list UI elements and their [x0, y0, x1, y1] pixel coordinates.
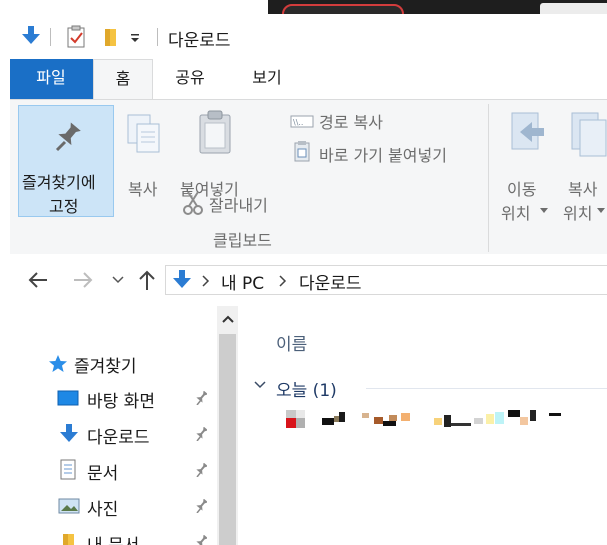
copy-button[interactable]: 복사 [128, 176, 157, 200]
column-header-name[interactable]: 이름 [276, 330, 307, 355]
new-folder-icon[interactable] [102, 26, 120, 48]
nav-label: 문서 [87, 464, 119, 484]
back-arrow-icon[interactable] [27, 271, 49, 289]
copy-path-button[interactable]: 경로 복사 [319, 109, 383, 133]
scissors-icon [183, 191, 203, 215]
paste-shortcut-button[interactable]: 바로 가기 붙여넣기 [319, 142, 447, 166]
window-title: 다운로드 [168, 31, 231, 51]
up-arrow-icon[interactable] [137, 269, 157, 291]
forward-arrow-icon[interactable] [72, 271, 94, 289]
group-header-today[interactable]: 오늘 (1) [254, 372, 607, 401]
copy-icon [127, 114, 160, 153]
nav-label: 사진 [87, 500, 119, 520]
tab-home[interactable]: 홈 [93, 59, 153, 100]
scrollbar-thumb[interactable] [219, 334, 236, 545]
pin-icon[interactable] [195, 463, 207, 477]
svg-text:\\..: \\.. [293, 118, 303, 127]
ribbon-home: 즐겨찾기에 고정 복사 붙여넣기 \\.. 경로 복사 바로 가기 붙여넣기 잘… [10, 99, 607, 255]
obscured-file-name [286, 410, 561, 428]
pin-icon[interactable] [195, 535, 207, 545]
ribbon-tabs: 파일 홈 공유 보기 [10, 59, 607, 100]
nav-item-documents[interactable]: 문서 [10, 455, 216, 485]
move-to-icon [511, 112, 544, 150]
paste-icon [199, 110, 231, 154]
nav-label: 다운로드 [87, 428, 150, 448]
breadcrumb-this-pc[interactable]: 내 PC [221, 269, 264, 294]
clipboard-group-label: 클립보드 [213, 231, 272, 250]
copy-path-icon: \\.. [290, 115, 314, 128]
navigation-bar: 내 PC 다운로드 [10, 254, 607, 306]
navigation-pane: 즐겨찾기 바탕 화면 다운로드 문서 사진 [10, 306, 216, 545]
properties-icon[interactable] [66, 25, 88, 49]
chevron-down-icon [254, 381, 266, 389]
document-icon [60, 459, 76, 480]
download-arrow-icon[interactable] [21, 25, 41, 47]
nav-item-desktop[interactable]: 바탕 화면 [10, 383, 216, 413]
scroll-up-icon[interactable] [222, 315, 234, 323]
move-to-label-line1[interactable]: 이동 [507, 176, 536, 200]
pin-to-quick-access-button[interactable]: 즐겨찾기에 고정 [18, 105, 114, 217]
file-row[interactable] [283, 408, 583, 434]
qat-dropdown-icon[interactable] [129, 34, 141, 44]
cut-button[interactable]: 잘라내기 [209, 192, 268, 216]
star-icon [49, 355, 67, 372]
group-label: 오늘 (1) [276, 381, 337, 401]
pin-label-line2: 고정 [49, 197, 79, 216]
nav-label: 바탕 화면 [87, 392, 155, 412]
chevron-right-icon[interactable] [279, 275, 287, 287]
folder-icon [63, 534, 74, 545]
pin-icon[interactable] [195, 391, 207, 405]
tab-file[interactable]: 파일 [10, 59, 93, 99]
downloads-folder-icon [173, 270, 191, 288]
copy-to-icon [571, 112, 607, 157]
nav-item-downloads[interactable]: 다운로드 [10, 419, 216, 449]
explorer-window: 다운로드 파일 홈 공유 보기 즐겨찾기에 고정 복사 붙여넣기 \\.. 경로… [10, 14, 607, 545]
nav-scrollbar[interactable] [217, 306, 238, 545]
breadcrumb-downloads[interactable]: 다운로드 [299, 269, 362, 294]
nav-label: 내 문서 [87, 531, 139, 545]
desktop-background [0, 0, 607, 26]
nav-label: 즐겨찾기 [74, 357, 137, 377]
group-divider-line [366, 388, 607, 389]
pin-icon [55, 122, 81, 152]
file-list: 이름 오늘 (1) [239, 306, 607, 545]
nav-item-my-documents[interactable]: 내 문서 [10, 527, 216, 545]
chevron-down-icon [540, 208, 548, 213]
qat-separator [50, 28, 51, 46]
pin-label-line1: 즐겨찾기에 [22, 173, 96, 192]
tab-share[interactable]: 공유 [160, 59, 220, 98]
download-arrow-icon [60, 424, 78, 442]
picture-icon [58, 498, 80, 514]
recent-locations-chevron-icon[interactable] [112, 276, 124, 284]
paste-shortcut-icon [294, 141, 310, 162]
pin-icon[interactable] [195, 499, 207, 513]
move-to-label-line2[interactable]: 위치 [501, 200, 530, 224]
qat-separator [157, 28, 158, 46]
copy-to-label-line1[interactable]: 복사 [568, 176, 597, 200]
address-box[interactable]: 내 PC 다운로드 [165, 265, 607, 295]
chevron-down-icon [597, 208, 605, 213]
tab-view[interactable]: 보기 [236, 59, 298, 98]
pin-icon[interactable] [195, 427, 207, 441]
desktop-icon [57, 390, 79, 406]
group-divider [488, 104, 489, 252]
copy-to-label-line2[interactable]: 위치 [563, 200, 592, 224]
nav-quick-access[interactable]: 즐겨찾기 [10, 348, 216, 378]
chevron-right-icon[interactable] [202, 275, 210, 287]
title-bar: 다운로드 [10, 14, 607, 59]
nav-item-pictures[interactable]: 사진 [10, 491, 216, 521]
